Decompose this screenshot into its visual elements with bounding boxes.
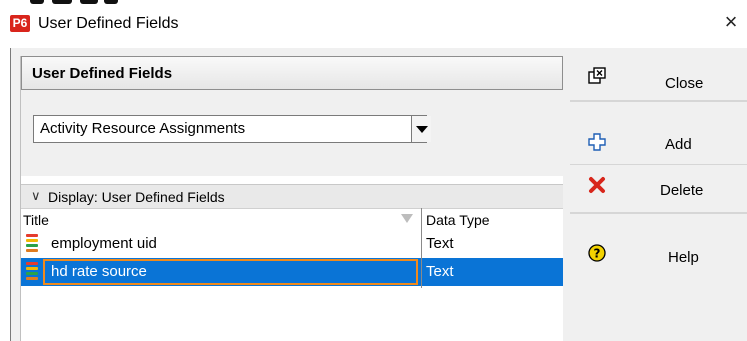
table-row[interactable]: employment uid Text (21, 230, 563, 258)
table-row-selected[interactable]: hd rate source Text (21, 258, 563, 286)
udf-field-icon (26, 262, 38, 282)
left-border (10, 48, 11, 341)
table-header: Title Data Type (21, 208, 563, 232)
row-data-type: Text (426, 263, 454, 280)
add-plus-icon (588, 133, 606, 151)
udf-field-icon (26, 234, 38, 254)
panel-title: User Defined Fields (32, 65, 173, 82)
column-divider[interactable] (421, 208, 422, 288)
dialog-client-area: User Defined Fields Activity Resource As… (10, 48, 747, 341)
udf-table: Title Data Type employment uid Text hd r… (21, 208, 563, 341)
title-bar: P6 User Defined Fields × (0, 6, 747, 38)
column-header-data-type[interactable]: Data Type (426, 211, 490, 229)
column-header-title[interactable]: Title (23, 211, 49, 229)
close-button[interactable]: Close (570, 56, 747, 102)
main-panel: User Defined Fields Activity Resource As… (20, 56, 563, 341)
display-bar[interactable]: ∨ Display: User Defined Fields (21, 184, 563, 209)
window-close-icon[interactable]: × (718, 9, 744, 35)
close-window-icon (588, 67, 606, 84)
svg-text:?: ? (594, 247, 601, 261)
help-question-icon: ? (588, 244, 606, 262)
category-select[interactable]: Activity Resource Assignments (33, 115, 431, 143)
row-data-type: Text (426, 235, 454, 252)
chevron-down-icon[interactable] (411, 116, 431, 142)
category-select-area: Activity Resource Assignments (21, 90, 563, 176)
close-button-label: Close (665, 75, 704, 92)
help-button-label: Help (668, 249, 699, 266)
add-button-label: Add (665, 136, 692, 153)
category-select-value: Activity Resource Assignments (40, 120, 246, 137)
window-title: User Defined Fields (38, 15, 179, 32)
add-button[interactable]: Add (570, 120, 747, 165)
panel-header: User Defined Fields (21, 56, 563, 90)
p6-logo-icon: P6 (10, 15, 30, 32)
display-label: Display: User Defined Fields (48, 189, 225, 205)
row-title: employment uid (51, 235, 157, 252)
delete-x-icon (589, 177, 605, 193)
chevron-down-icon[interactable]: ∨ (31, 187, 41, 205)
sort-descending-icon (401, 214, 413, 223)
help-button[interactable]: ? Help (570, 234, 747, 278)
delete-button[interactable]: Delete (570, 168, 747, 214)
row-title: hd rate source (51, 263, 147, 280)
delete-button-label: Delete (660, 182, 704, 199)
